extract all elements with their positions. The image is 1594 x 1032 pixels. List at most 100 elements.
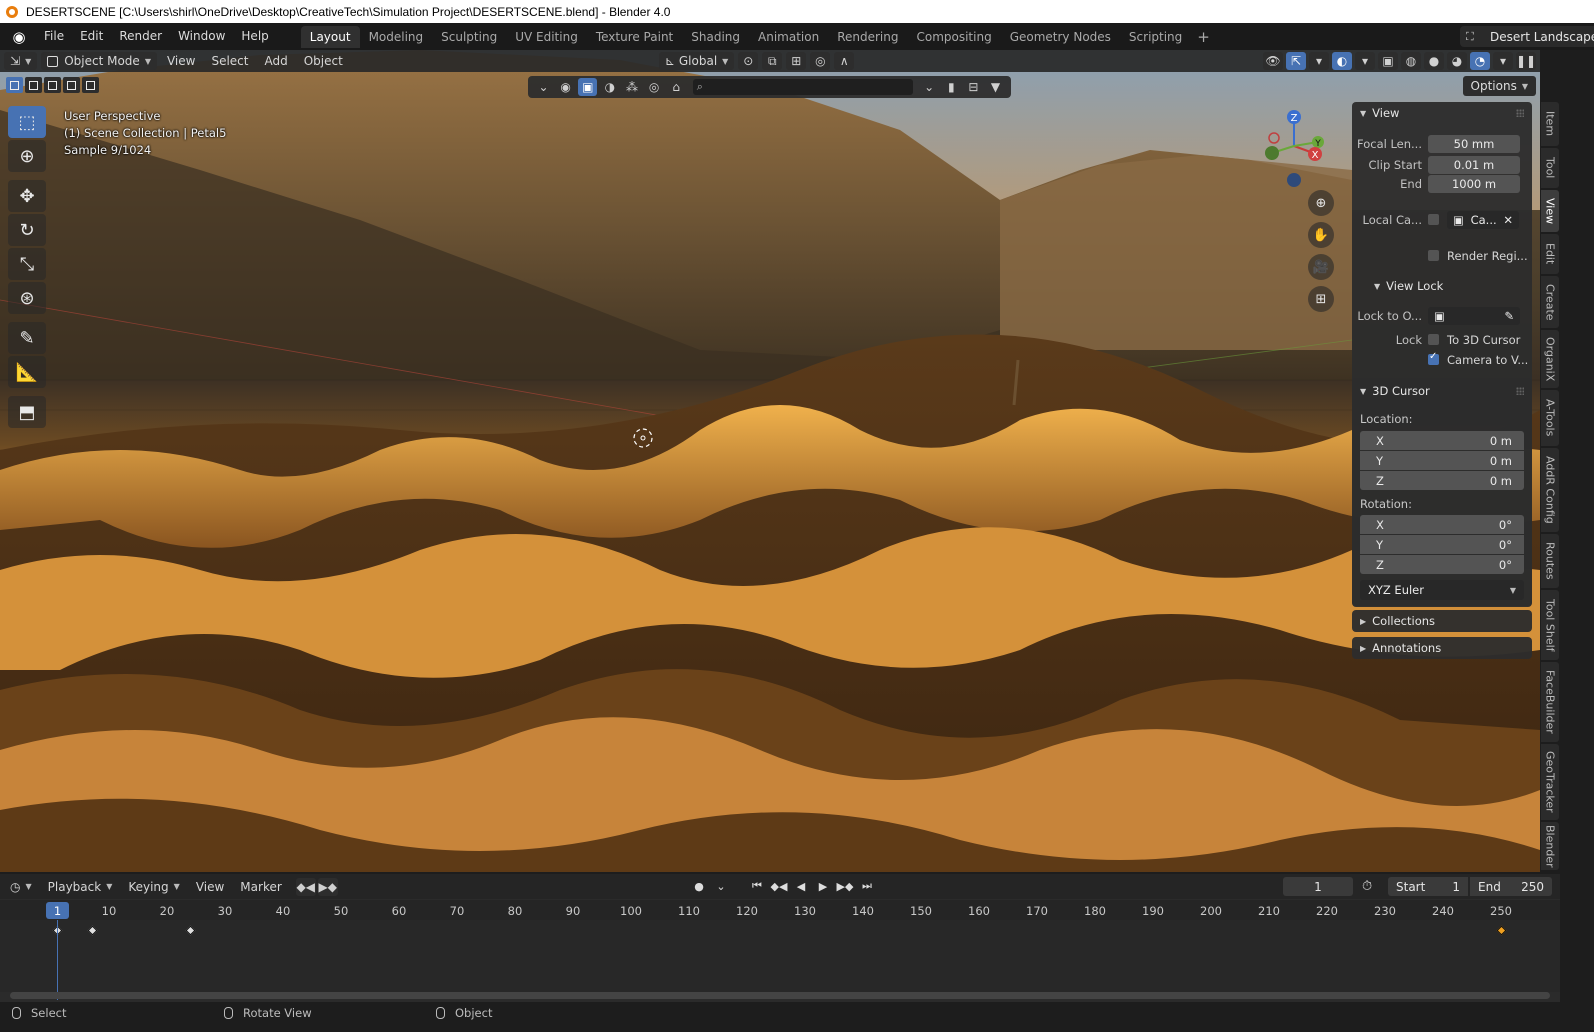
select-extend-icon[interactable] — [25, 77, 42, 93]
transform-tool-icon[interactable]: ⊛ — [8, 282, 46, 314]
color-wheel-icon[interactable]: ◉ — [556, 78, 575, 96]
blender-menu-icon[interactable]: ◉ — [8, 26, 30, 48]
dropdown-chevron-icon[interactable]: ⌄ — [920, 78, 939, 96]
annotate-tool-icon[interactable]: ✎ — [8, 322, 46, 354]
menu-object[interactable]: Object — [298, 52, 349, 70]
sidebar-tab-blender[interactable]: Blender — [1541, 822, 1559, 870]
object-type-mesh-icon[interactable]: ▣ — [578, 78, 598, 96]
pause-render-icon[interactable]: ❚❚ — [1516, 52, 1536, 70]
shading-rendered-icon[interactable]: ◔ — [1470, 52, 1490, 70]
object-type-empty-icon[interactable]: ⌂ — [667, 78, 686, 96]
next-keyframe-icon[interactable]: ▶◆ — [317, 877, 338, 896]
menu-timeline-view[interactable]: View — [190, 878, 230, 896]
camera-view-icon[interactable]: 🎥 — [1308, 254, 1334, 280]
menu-view[interactable]: View — [161, 52, 201, 70]
shading-solid-icon[interactable]: ● — [1424, 52, 1444, 70]
ortho-grid-icon[interactable]: ⊞ — [1308, 286, 1334, 312]
add-cube-tool-icon[interactable]: ⬒ — [8, 396, 46, 428]
menu-add[interactable]: Add — [258, 52, 293, 70]
shading-dropdown-icon[interactable]: ▾ — [1493, 52, 1513, 70]
tab-uv-editing[interactable]: UV Editing — [506, 26, 587, 48]
sidebar-tab-tool-shelf[interactable]: Tool Shelf — [1541, 590, 1559, 660]
cursor-rotation-x[interactable]: X 0° — [1360, 515, 1524, 534]
filter-icon[interactable]: ▼ — [986, 78, 1005, 96]
tab-texture-paint[interactable]: Texture Paint — [587, 26, 682, 48]
gizmo-toggle-icon[interactable]: ⇱ — [1286, 52, 1306, 70]
select-box-tool-icon[interactable]: ⬚ — [8, 106, 46, 138]
sidebar-tab-geotracker[interactable]: GeoTracker — [1541, 744, 1559, 820]
tab-rendering[interactable]: Rendering — [828, 26, 907, 48]
sidebar-tab-item[interactable]: Item — [1541, 102, 1559, 146]
collections-panel-header[interactable]: ▶ Collections — [1352, 610, 1532, 632]
cursor-location-y[interactable]: Y 0 m — [1360, 451, 1524, 470]
cursor-location-x[interactable]: X 0 m — [1360, 431, 1524, 450]
current-frame-field[interactable]: 1 — [1283, 877, 1353, 896]
record-options-icon[interactable]: ⌄ — [712, 877, 730, 895]
keyframe-track-area[interactable] — [0, 920, 1560, 992]
local-camera-checkbox[interactable] — [1428, 214, 1439, 225]
transform-orientation-selector[interactable]: ⊾ Global ▼ — [659, 52, 735, 70]
object-type-curve-icon[interactable]: ◑ — [600, 78, 619, 96]
object-type-light-icon[interactable]: ⁂ — [622, 78, 641, 96]
3d-viewport[interactable]: ⇲ ▼ Object Mode ▼ View Select Add Object ⊾… — [0, 50, 1540, 872]
play-reverse-icon[interactable]: ◀ — [792, 877, 810, 895]
tab-animation[interactable]: Animation — [749, 26, 828, 48]
drag-grip-icon[interactable] — [1516, 387, 1524, 395]
select-subtract-icon[interactable] — [44, 77, 61, 93]
cursor-tool-icon[interactable]: ⊕ — [8, 140, 46, 172]
prev-keyframe-jump-icon[interactable]: ◆◀ — [770, 877, 788, 895]
tab-shading[interactable]: Shading — [682, 26, 749, 48]
keyframe-marker[interactable] — [87, 925, 98, 936]
record-icon[interactable]: ● — [690, 877, 708, 895]
menu-playback[interactable]: Playback ▼ — [42, 878, 119, 896]
pan-hand-icon[interactable]: ✋ — [1308, 222, 1334, 248]
layout-icon[interactable]: ⊟ — [964, 78, 983, 96]
select-intersect-icon[interactable] — [82, 77, 99, 93]
add-workspace-button[interactable]: + — [1191, 28, 1216, 46]
menu-edit[interactable]: Edit — [72, 23, 111, 50]
sidebar-tab-routes[interactable]: Routes — [1541, 534, 1559, 588]
cursor-rotation-y[interactable]: Y 0° — [1360, 535, 1524, 554]
drag-grip-icon[interactable] — [1516, 109, 1524, 117]
jump-end-icon[interactable]: ⏭ — [858, 877, 876, 895]
play-icon[interactable]: ▶ — [814, 877, 832, 895]
menu-select[interactable]: Select — [205, 52, 254, 70]
overlays-dropdown-icon[interactable]: ▾ — [1355, 52, 1375, 70]
proportional-edit-icon[interactable]: ◎ — [810, 52, 831, 70]
clip-start-field[interactable]: 0.01 m — [1428, 155, 1520, 174]
frame-ruler[interactable]: 1 10 20 30 40 50 60 70 80 90 100 110 120… — [0, 900, 1560, 920]
next-keyframe-jump-icon[interactable]: ▶◆ — [836, 877, 854, 895]
playhead-line[interactable] — [57, 920, 58, 1000]
camera-to-view-checkbox[interactable] — [1428, 351, 1439, 365]
focal-length-field[interactable]: 50 mm — [1428, 134, 1520, 153]
rotation-mode-dropdown[interactable]: XYZ Euler ▼ — [1360, 580, 1524, 600]
tab-scripting[interactable]: Scripting — [1120, 26, 1191, 48]
sidebar-tab-create[interactable]: Create — [1541, 276, 1559, 328]
gizmo-dropdown-icon[interactable]: ▾ — [1309, 52, 1329, 70]
menu-marker[interactable]: Marker — [234, 878, 287, 896]
shading-wireframe-icon[interactable]: ◍ — [1401, 52, 1421, 70]
navigation-gizmo[interactable]: Z Y X — [1258, 108, 1328, 188]
select-invert-icon[interactable] — [63, 77, 80, 93]
lock-to-object-field[interactable]: ▣ ✎ — [1428, 306, 1520, 325]
bookmark-icon[interactable]: ▮ — [942, 78, 961, 96]
timeline-editor-type-button[interactable]: ◷ ▼ — [4, 878, 38, 896]
keyframe-marker[interactable] — [185, 925, 196, 936]
timeline-scrollbar[interactable] — [10, 992, 1550, 999]
view-section-header[interactable]: ▼ View — [1352, 102, 1532, 124]
overlays-toggle-icon[interactable]: ◐ — [1332, 52, 1352, 70]
options-button[interactable]: Options ▼ — [1462, 76, 1536, 96]
collapse-chevron-icon[interactable]: ⌄ — [534, 78, 553, 96]
tab-modeling[interactable]: Modeling — [360, 26, 433, 48]
eyedropper-icon[interactable]: ✎ — [1504, 309, 1514, 323]
editor-type-button[interactable]: ⇲ ▼ — [4, 52, 38, 70]
shading-material-icon[interactable]: ◕ — [1447, 52, 1467, 70]
object-type-camera-icon[interactable]: ◎ — [645, 78, 664, 96]
jump-start-icon[interactable]: ⏮ — [748, 877, 766, 895]
sidebar-tab-tool[interactable]: Tool — [1541, 148, 1559, 188]
scene-name[interactable]: Desert Landscape — [1482, 30, 1594, 44]
sidebar-tab-a-tools[interactable]: A-Tools — [1541, 390, 1559, 446]
snap-target-icon[interactable]: ⊞ — [786, 52, 807, 70]
falloff-icon[interactable]: ∧ — [834, 52, 855, 70]
end-frame-field[interactable]: End 250 — [1470, 877, 1552, 896]
